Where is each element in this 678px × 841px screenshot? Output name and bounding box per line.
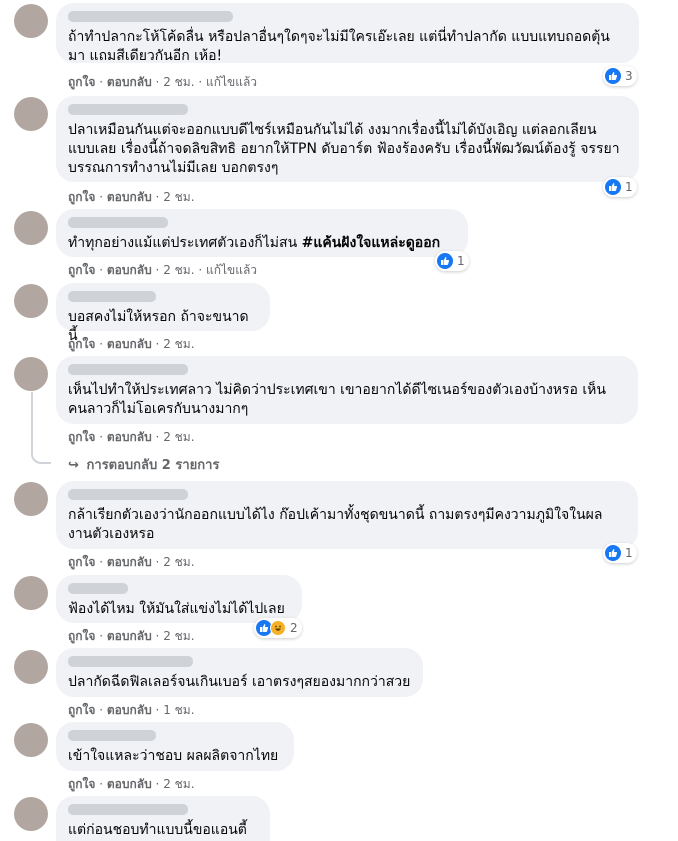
timestamp[interactable]: 2 ชม. (163, 629, 194, 643)
timestamp[interactable]: 2 ชม. (163, 777, 194, 791)
commenter-name[interactable] (68, 364, 188, 375)
like-link[interactable]: ถูกใจ (68, 75, 95, 89)
comment-actions: ถูกใจ · ตอบกลับ · 2 ชม. (68, 629, 195, 643)
avatar[interactable] (14, 723, 48, 757)
reply-link[interactable]: ตอบกลับ (107, 190, 152, 204)
commenter-name[interactable] (68, 489, 188, 500)
comment-actions: ถูกใจ · ตอบกลับ · 2 ชม. (68, 190, 195, 204)
reply-link[interactable]: ตอบกลับ (107, 75, 152, 89)
timestamp[interactable]: 2 ชม. (163, 190, 194, 204)
comment-actions: ถูกใจ · ตอบกลับ · 2 ชม. · แก้ไขแล้ว (68, 75, 258, 89)
avatar[interactable] (14, 357, 48, 391)
reply-link[interactable]: ตอบกลับ (107, 629, 152, 643)
reaction-number: 1 (625, 546, 633, 560)
comment-text: เข้าใจแหละว่าชอบ ผลผลิตจากไทย (68, 748, 279, 764)
thread-connector (31, 450, 51, 464)
comment-text: ปลาเหมือนกันแต่จะออกแบบดีไซร์เหมือนกันไม… (68, 122, 620, 176)
comment-bubble: ทำทุกอย่างแม้แต่ประเทศตัวเองก็ไม่สน #แค้… (56, 209, 468, 257)
reply-link[interactable]: ตอบกลับ (107, 555, 152, 569)
comment-text: ฟ้องได้ไหม ให้มันใส่แข่งไม่ได้ไปเลย (68, 601, 285, 617)
reply-link[interactable]: ตอบกลับ (107, 777, 152, 791)
like-link[interactable]: ถูกใจ (68, 190, 95, 204)
avatar[interactable] (14, 797, 48, 831)
avatar[interactable] (14, 211, 48, 245)
like-link[interactable]: ถูกใจ (68, 337, 95, 351)
commenter-name[interactable] (68, 656, 193, 667)
reaction-count[interactable]: 1 (603, 177, 637, 197)
hashtag-link[interactable]: #แค้นฝังใจแหล่ะดูออก (302, 235, 441, 251)
avatar[interactable] (14, 650, 48, 684)
avatar[interactable] (14, 97, 48, 131)
comment-actions: ถูกใจ · ตอบกลับ · 2 ชม. (68, 777, 195, 791)
reaction-count[interactable]: 1 (435, 251, 469, 271)
view-replies-link[interactable]: ↪ การตอบกลับ 2 รายการ (68, 454, 219, 475)
timestamp[interactable]: 2 ชม. (163, 337, 194, 351)
comment-actions: ถูกใจ · ตอบกลับ · 1 ชม. (68, 703, 195, 717)
comment-text: แต่ก่อนชอบทำแบบนี้ขอแอนตี้ (68, 822, 247, 838)
like-icon (605, 179, 621, 195)
reaction-count[interactable]: 3 (603, 66, 637, 86)
comment-text: กล้าเรียกตัวเองว่านักออกแบบได้ไง ก๊อปเค้… (68, 507, 603, 542)
comment-actions: ถูกใจ · ตอบกลับ · 2 ชม. · แก้ไขแล้ว (68, 263, 258, 277)
reaction-number: 3 (625, 69, 633, 83)
timestamp[interactable]: 2 ชม. (163, 263, 194, 277)
comment-bubble: ปลากัดฉีดฟิลเลอร์จนเกินเบอร์ เอาตรงๆสยอง… (56, 648, 423, 697)
thread-line (31, 392, 33, 450)
comment-text: ถ้าทำปลากะโห้โค้ดลื่น หรือปลาอื่นๆใดๆจะไ… (68, 29, 610, 64)
commenter-name[interactable] (68, 291, 156, 302)
edited-label: แก้ไขแล้ว (205, 263, 258, 277)
comment-text: ทำทุกอย่างแม้แต่ประเทศตัวเองก็ไม่สน #แค้… (68, 235, 441, 251)
haha-icon (270, 620, 286, 636)
commenter-name[interactable] (68, 804, 188, 815)
comment-bubble: เห็นไปทำให้ประเทศลาว ไม่คิดว่าประเทศเขา … (56, 356, 638, 424)
like-link[interactable]: ถูกใจ (68, 555, 95, 569)
commenter-name[interactable] (68, 104, 188, 115)
like-link[interactable]: ถูกใจ (68, 703, 95, 717)
commenter-name[interactable] (68, 11, 233, 22)
comment-bubble: กล้าเรียกตัวเองว่านักออกแบบได้ไง ก๊อปเค้… (56, 481, 638, 549)
comment-bubble: ปลาเหมือนกันแต่จะออกแบบดีไซร์เหมือนกันไม… (56, 96, 639, 182)
like-icon (437, 253, 453, 269)
comment-bubble: ฟ้องได้ไหม ให้มันใส่แข่งไม่ได้ไปเลย (56, 575, 302, 623)
comment-bubble: เข้าใจแหละว่าชอบ ผลผลิตจากไทย (56, 722, 294, 771)
reply-link[interactable]: ตอบกลับ (107, 430, 152, 444)
commenter-name[interactable] (68, 217, 168, 228)
comment-actions: ถูกใจ · ตอบกลับ · 2 ชม. (68, 430, 195, 444)
reply-arrow-icon: ↪ (68, 458, 79, 473)
like-link[interactable]: ถูกใจ (68, 430, 95, 444)
comment-bubble: แต่ก่อนชอบทำแบบนี้ขอแอนตี้ (56, 796, 270, 841)
comment-bubble: ถ้าทำปลากะโห้โค้ดลื่น หรือปลาอื่นๆใดๆจะไ… (56, 3, 639, 64)
like-link[interactable]: ถูกใจ (68, 629, 95, 643)
like-link[interactable]: ถูกใจ (68, 777, 95, 791)
reaction-number: 2 (290, 621, 298, 635)
avatar[interactable] (14, 284, 48, 318)
comment-text: เห็นไปทำให้ประเทศลาว ไม่คิดว่าประเทศเขา … (68, 382, 606, 417)
comment-actions: ถูกใจ · ตอบกลับ · 2 ชม. (68, 555, 195, 569)
reaction-number: 1 (625, 180, 633, 194)
comment-actions: ถูกใจ · ตอบกลับ · 2 ชม. (68, 337, 195, 351)
timestamp[interactable]: 2 ชม. (163, 75, 194, 89)
avatar[interactable] (14, 482, 48, 516)
reply-link[interactable]: ตอบกลับ (107, 337, 152, 351)
like-icon (605, 545, 621, 561)
avatar[interactable] (14, 4, 48, 38)
commenter-name[interactable] (68, 730, 156, 741)
timestamp[interactable]: 2 ชม. (163, 555, 194, 569)
reaction-count[interactable]: 2 (254, 618, 302, 638)
timestamp[interactable]: 1 ชม. (163, 703, 194, 717)
comment-bubble: บอสคงไม่ให้หรอก ถ้าจะขนาดนี้ (56, 283, 270, 344)
edited-label: แก้ไขแล้ว (205, 75, 258, 89)
reply-link[interactable]: ตอบกลับ (107, 703, 152, 717)
timestamp[interactable]: 2 ชม. (163, 430, 194, 444)
like-icon (605, 68, 621, 84)
reaction-count[interactable]: 1 (603, 543, 637, 563)
comment-text: ปลากัดฉีดฟิลเลอร์จนเกินเบอร์ เอาตรงๆสยอง… (68, 674, 411, 690)
reply-link[interactable]: ตอบกลับ (107, 263, 152, 277)
replies-label: การตอบกลับ 2 รายการ (86, 458, 220, 473)
avatar[interactable] (14, 576, 48, 610)
like-link[interactable]: ถูกใจ (68, 263, 95, 277)
reaction-number: 1 (457, 254, 465, 268)
commenter-name[interactable] (68, 583, 128, 594)
